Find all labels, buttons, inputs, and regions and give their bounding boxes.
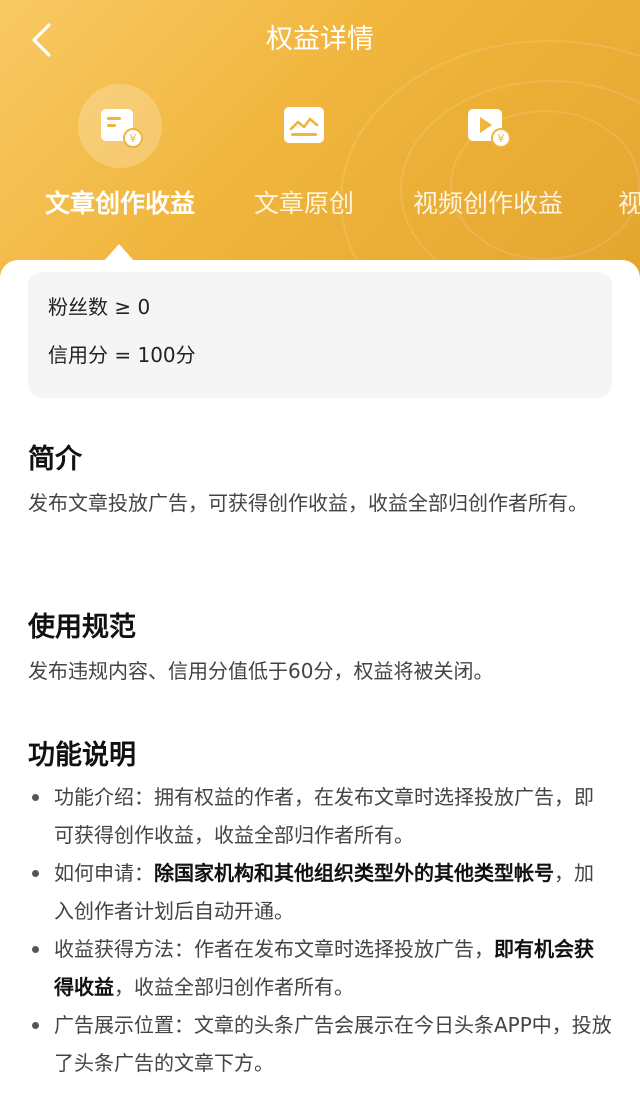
page-title: 权益详情 (266, 24, 374, 55)
list-item: 收益获得方法：作者在发布文章时选择投放广告，即有机会获得收益，收益全部归创作者所… (28, 930, 612, 1006)
tab-label: 视频创作收益 (412, 189, 563, 218)
intro-text: 发布文章投放广告，可获得创作收益，收益全部归创作者所有。 (28, 491, 588, 515)
tab-video-partial[interactable]: 视 (618, 84, 640, 234)
tab-icon-circle (618, 84, 640, 168)
original-chart-icon (284, 107, 324, 143)
credit-requirement: 信用分 = 100分 (48, 343, 196, 367)
header-banner: 权益详情 ¥ 文章创作收益 文章原创 ¥ 视频创作收益 视 (0, 0, 640, 290)
tab-article-income[interactable]: ¥ 文章创作收益 (40, 84, 200, 234)
tab-icon-circle (262, 84, 346, 168)
rules-section: 使用规范 发布违规内容、信用分值低于60分，权益将被关闭。 (28, 608, 612, 690)
intro-section: 简介 发布文章投放广告，可获得创作收益，收益全部归创作者所有。 (28, 440, 612, 522)
tab-icon-circle: ¥ (78, 84, 162, 168)
detail-panel: 粉丝数 ≥ 0 信用分 = 100分 简介 发布文章投放广告，可获得创作收益，收… (0, 260, 640, 1112)
features-section: 功能说明 功能介绍：拥有权益的作者，在发布文章时选择投放广告，即可获得创作收益，… (28, 736, 612, 1082)
rules-text: 发布违规内容、信用分值低于60分，权益将被关闭。 (28, 659, 494, 683)
svg-text:¥: ¥ (130, 132, 137, 145)
tab-article-original[interactable]: 文章原创 (240, 84, 368, 234)
list-item: 如何申请：除国家机构和其他组织类型外的其他类型帐号，加入创作者计划后自动开通。 (28, 854, 612, 930)
list-item: 功能介绍：拥有权益的作者，在发布文章时选择投放广告，即可获得创作收益，收益全部归… (28, 778, 612, 854)
tab-label: 视 (618, 189, 640, 218)
rules-title: 使用规范 (28, 612, 136, 643)
fans-requirement: 粉丝数 ≥ 0 (48, 295, 151, 319)
features-title: 功能说明 (28, 740, 136, 771)
svg-text:¥: ¥ (498, 132, 505, 145)
intro-title: 简介 (28, 444, 82, 475)
video-income-icon: ¥ (468, 109, 511, 148)
features-list: 功能介绍：拥有权益的作者，在发布文章时选择投放广告，即可获得创作收益，收益全部归… (28, 778, 612, 1082)
tab-video-income[interactable]: ¥ 视频创作收益 (408, 84, 568, 234)
requirements-card: 粉丝数 ≥ 0 信用分 = 100分 (28, 272, 612, 398)
tab-icon-circle: ¥ (446, 84, 530, 168)
article-income-icon: ¥ (101, 109, 143, 148)
tab-label: 文章创作收益 (44, 189, 195, 218)
list-item: 广告展示位置：文章的头条广告会展示在今日头条APP中，投放了头条广告的文章下方。 (28, 1006, 612, 1082)
tab-label: 文章原创 (253, 189, 354, 218)
